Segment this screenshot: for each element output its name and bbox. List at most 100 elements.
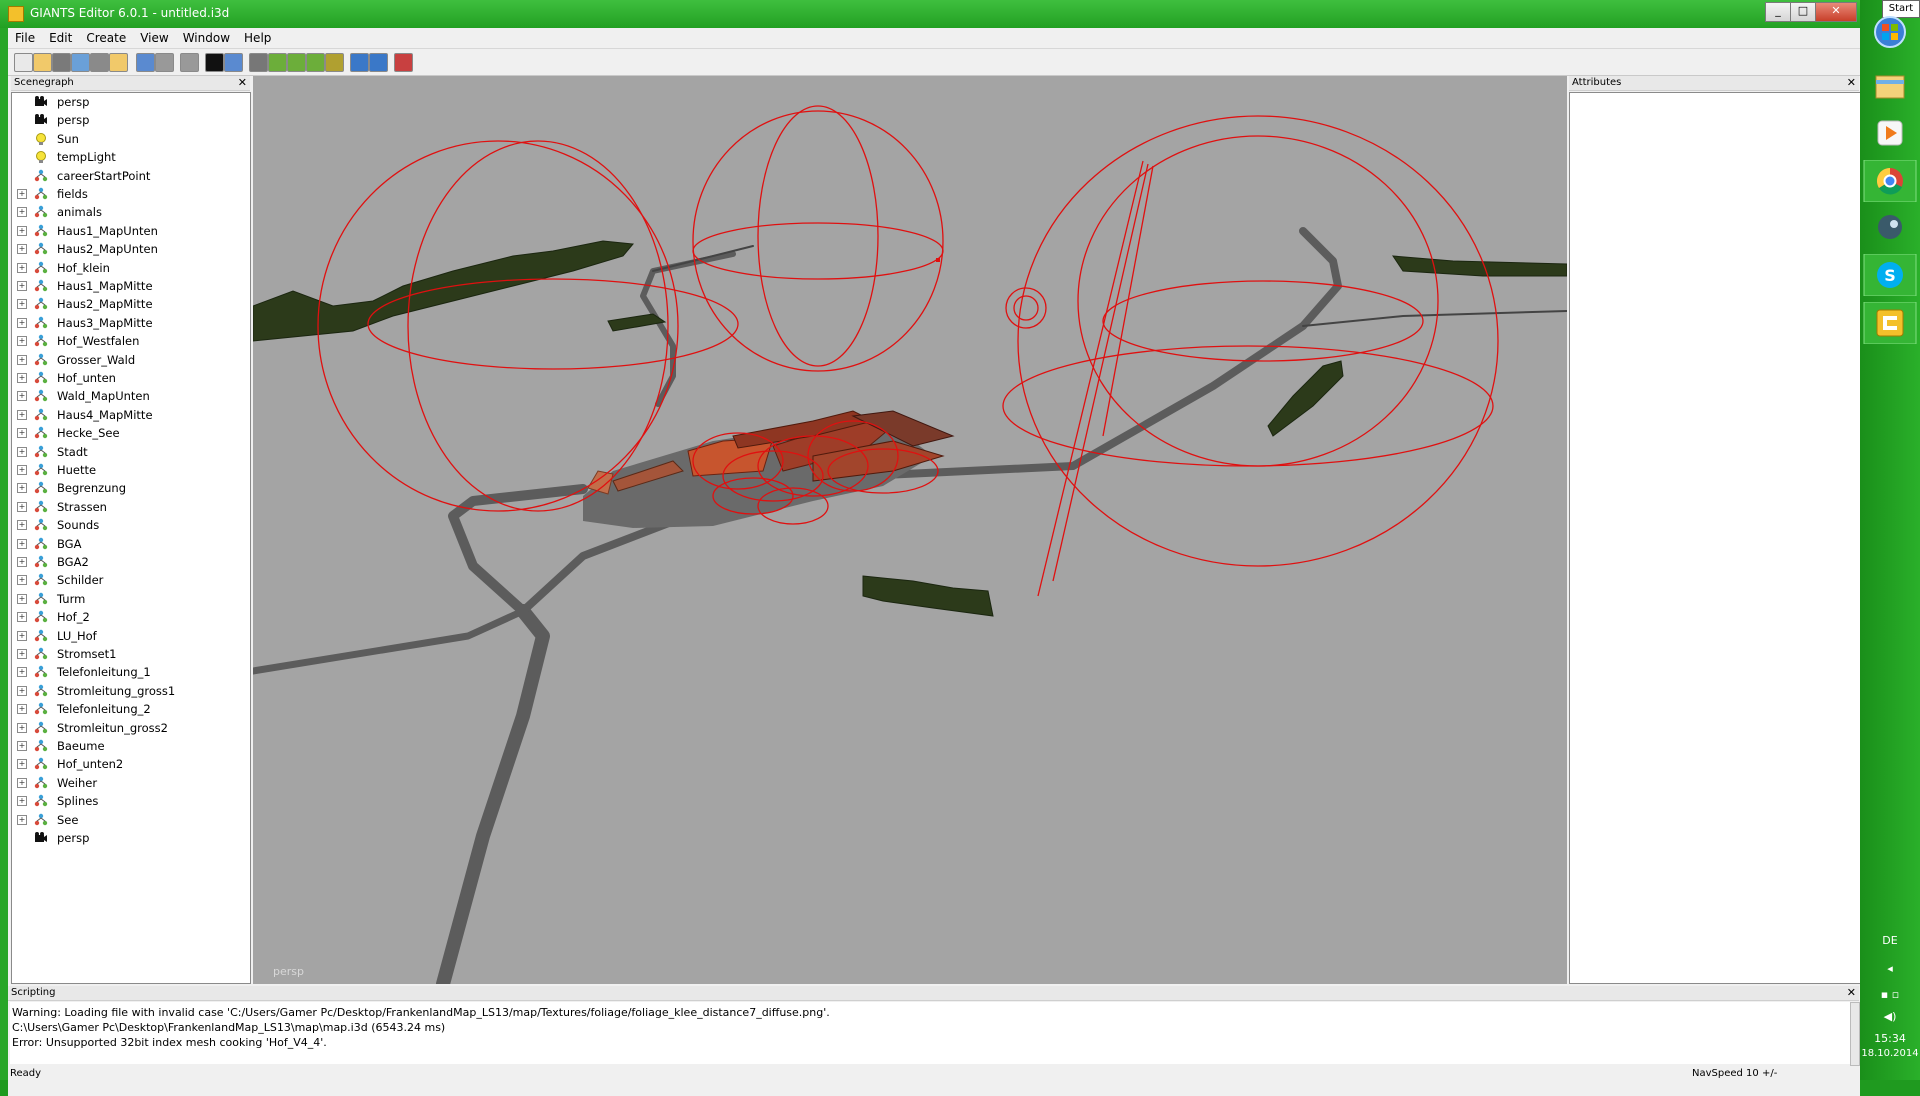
- magnet-icon[interactable]: [249, 53, 268, 72]
- refresh-icon[interactable]: [71, 53, 90, 72]
- expand-toggle-icon[interactable]: +: [17, 446, 27, 457]
- menu-window[interactable]: Window: [176, 28, 237, 48]
- tree-item[interactable]: careerStartPoint: [12, 167, 248, 185]
- tree-item[interactable]: + Telefonleitung_1: [12, 663, 248, 681]
- tree-item[interactable]: + Haus3_MapMitte: [12, 314, 248, 332]
- media-player-icon[interactable]: [1862, 112, 1918, 154]
- tree-item[interactable]: + Stromset1: [12, 645, 248, 663]
- expand-toggle-icon[interactable]: +: [17, 557, 27, 567]
- tree-item[interactable]: persp: [12, 93, 248, 111]
- expand-toggle-icon[interactable]: +: [17, 391, 27, 402]
- expand-toggle-icon[interactable]: +: [17, 593, 27, 604]
- attributes-body[interactable]: [1569, 92, 1861, 984]
- tree-item[interactable]: + Telefonleitung_2: [12, 700, 248, 718]
- expand-toggle-icon[interactable]: +: [17, 483, 27, 494]
- expand-toggle-icon[interactable]: +: [17, 520, 27, 531]
- tree-item[interactable]: + Hof_Westfalen: [12, 332, 248, 350]
- expand-toggle-icon[interactable]: +: [17, 538, 27, 549]
- expand-toggle-icon[interactable]: +: [17, 428, 27, 439]
- tree-item[interactable]: + Schilder: [12, 571, 248, 589]
- tree-item[interactable]: + Hof_unten: [12, 369, 248, 387]
- expand-toggle-icon[interactable]: +: [17, 189, 27, 199]
- tree-item[interactable]: + Strassen: [12, 498, 248, 516]
- tree-item[interactable]: + fields: [12, 185, 248, 203]
- expand-toggle-icon[interactable]: +: [17, 501, 27, 512]
- tree-item[interactable]: + Haus1_MapMitte: [12, 277, 248, 295]
- save-icon[interactable]: [90, 53, 109, 72]
- tree-item[interactable]: persp: [12, 111, 248, 129]
- tree-item[interactable]: + Begrenzung: [12, 479, 248, 497]
- new-icon[interactable]: [14, 53, 33, 72]
- settings-icon[interactable]: [369, 53, 388, 72]
- expand-toggle-icon[interactable]: +: [17, 814, 27, 825]
- log-scrollbar[interactable]: [1850, 1002, 1860, 1066]
- expand-toggle-icon[interactable]: +: [17, 704, 27, 715]
- terrain-smooth-icon[interactable]: [306, 53, 325, 72]
- tree-item[interactable]: + Baeume: [12, 737, 248, 755]
- open-folder-icon[interactable]: [109, 53, 128, 72]
- redo-icon[interactable]: [180, 53, 199, 72]
- tree-item[interactable]: + Hof_klein: [12, 259, 248, 277]
- expand-toggle-icon[interactable]: +: [17, 759, 27, 770]
- tree-item[interactable]: + Haus4_MapMitte: [12, 406, 248, 424]
- tree-item[interactable]: + Weiher: [12, 774, 248, 792]
- tree-item[interactable]: + Haus2_MapMitte: [12, 295, 248, 313]
- terrain-lower-icon[interactable]: [287, 53, 306, 72]
- menu-help[interactable]: Help: [237, 28, 278, 48]
- tree-item[interactable]: + BGA2: [12, 553, 248, 571]
- expand-toggle-icon[interactable]: +: [17, 244, 27, 255]
- menu-file[interactable]: File: [8, 28, 42, 48]
- maximize-button[interactable]: □: [1790, 2, 1816, 22]
- expand-toggle-icon[interactable]: +: [17, 685, 27, 696]
- expand-toggle-icon[interactable]: +: [17, 409, 27, 420]
- tree-item[interactable]: + Huette: [12, 461, 248, 479]
- tray-network-icon[interactable]: ▪ ▫: [1860, 988, 1920, 1001]
- expand-toggle-icon[interactable]: +: [17, 373, 27, 383]
- play-icon[interactable]: [205, 53, 224, 72]
- close-button[interactable]: ✕: [1815, 2, 1857, 22]
- terrain-raise-icon[interactable]: [268, 53, 287, 72]
- camera-view-icon[interactable]: [224, 53, 243, 72]
- expand-toggle-icon[interactable]: +: [17, 722, 27, 733]
- tree-item[interactable]: + Grosser_Wald: [12, 351, 248, 369]
- undo-history-icon[interactable]: [136, 53, 155, 72]
- tree-item[interactable]: tempLight: [12, 148, 248, 166]
- expand-toggle-icon[interactable]: +: [17, 741, 27, 751]
- expand-toggle-icon[interactable]: +: [17, 281, 27, 291]
- tree-item[interactable]: + Wald_MapUnten: [12, 387, 248, 405]
- expand-toggle-icon[interactable]: +: [17, 667, 27, 678]
- tree-item[interactable]: + Haus1_MapUnten: [12, 222, 248, 240]
- menu-create[interactable]: Create: [79, 28, 133, 48]
- tree-item[interactable]: Sun: [12, 130, 248, 148]
- tree-item[interactable]: + Stadt: [12, 443, 248, 461]
- tree-item[interactable]: + See: [12, 811, 248, 829]
- terrain-paint-icon[interactable]: [325, 53, 344, 72]
- chrome-icon[interactable]: [1862, 159, 1918, 203]
- menu-edit[interactable]: Edit: [42, 28, 79, 48]
- expand-toggle-icon[interactable]: +: [17, 207, 27, 218]
- tree-item[interactable]: + Stromleitun_gross2: [12, 719, 248, 737]
- tree-item[interactable]: + Hecke_See: [12, 424, 248, 442]
- expand-toggle-icon[interactable]: +: [17, 354, 27, 365]
- expand-toggle-icon[interactable]: +: [17, 649, 27, 659]
- file-explorer-icon[interactable]: [1862, 66, 1918, 108]
- clock-date[interactable]: 18.10.2014: [1860, 1048, 1920, 1059]
- tree-item[interactable]: + Haus2_MapUnten: [12, 240, 248, 258]
- expand-toggle-icon[interactable]: +: [17, 465, 27, 475]
- expand-toggle-icon[interactable]: +: [17, 575, 27, 586]
- clock-time[interactable]: 15:34: [1860, 1032, 1920, 1045]
- attributes-close-button[interactable]: ✕: [1847, 76, 1856, 90]
- steam-icon[interactable]: [1862, 206, 1918, 248]
- tray-volume-icon[interactable]: ◀): [1860, 1010, 1920, 1023]
- scripting-close-button[interactable]: ✕: [1847, 986, 1856, 1000]
- giants-editor-icon[interactable]: [1862, 301, 1918, 345]
- start-orb-icon[interactable]: [1862, 8, 1918, 50]
- tree-item[interactable]: + Splines: [12, 792, 248, 810]
- tree-item[interactable]: + BGA: [12, 535, 248, 553]
- expand-toggle-icon[interactable]: +: [17, 630, 27, 641]
- scripting-log[interactable]: Warning: Loading file with invalid case …: [10, 1002, 1852, 1064]
- minimize-button[interactable]: _: [1765, 2, 1791, 22]
- delete-icon[interactable]: [52, 53, 71, 72]
- expand-toggle-icon[interactable]: +: [17, 317, 27, 328]
- expand-toggle-icon[interactable]: +: [17, 336, 27, 347]
